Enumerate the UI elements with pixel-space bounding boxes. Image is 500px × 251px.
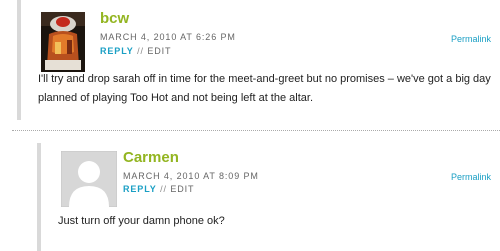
comment-author[interactable]: bcw bbox=[100, 10, 129, 27]
separator: // bbox=[160, 184, 167, 194]
comment-date[interactable]: MARCH 4, 2010 AT 6:26 PM bbox=[100, 32, 236, 42]
avatar-image bbox=[41, 12, 85, 72]
comment-actions: REPLY // EDIT bbox=[123, 184, 194, 194]
comment-text: Just turn off your damn phone ok? bbox=[58, 215, 225, 227]
default-avatar-icon bbox=[60, 150, 118, 208]
edit-link[interactable]: EDIT bbox=[147, 46, 171, 56]
comment: bcw MARCH 4, 2010 AT 6:26 PM REPLY // ED… bbox=[17, 0, 500, 120]
edit-link[interactable]: EDIT bbox=[170, 184, 194, 194]
reply-link[interactable]: REPLY bbox=[123, 184, 157, 194]
separator: // bbox=[137, 46, 144, 56]
comment-author[interactable]: Carmen bbox=[123, 149, 179, 166]
comment-actions: REPLY // EDIT bbox=[100, 46, 171, 56]
comment: Carmen MARCH 4, 2010 AT 8:09 PM REPLY //… bbox=[37, 143, 500, 251]
divider bbox=[12, 130, 500, 131]
reply-link[interactable]: REPLY bbox=[100, 46, 134, 56]
avatar[interactable] bbox=[41, 12, 85, 72]
comment-date[interactable]: MARCH 4, 2010 AT 8:09 PM bbox=[123, 171, 259, 181]
comment-text: I'll try and drop sarah off in time for … bbox=[38, 73, 491, 104]
permalink-link[interactable]: Permalink bbox=[451, 34, 491, 44]
permalink-link[interactable]: Permalink bbox=[451, 172, 491, 182]
avatar[interactable] bbox=[60, 150, 118, 208]
